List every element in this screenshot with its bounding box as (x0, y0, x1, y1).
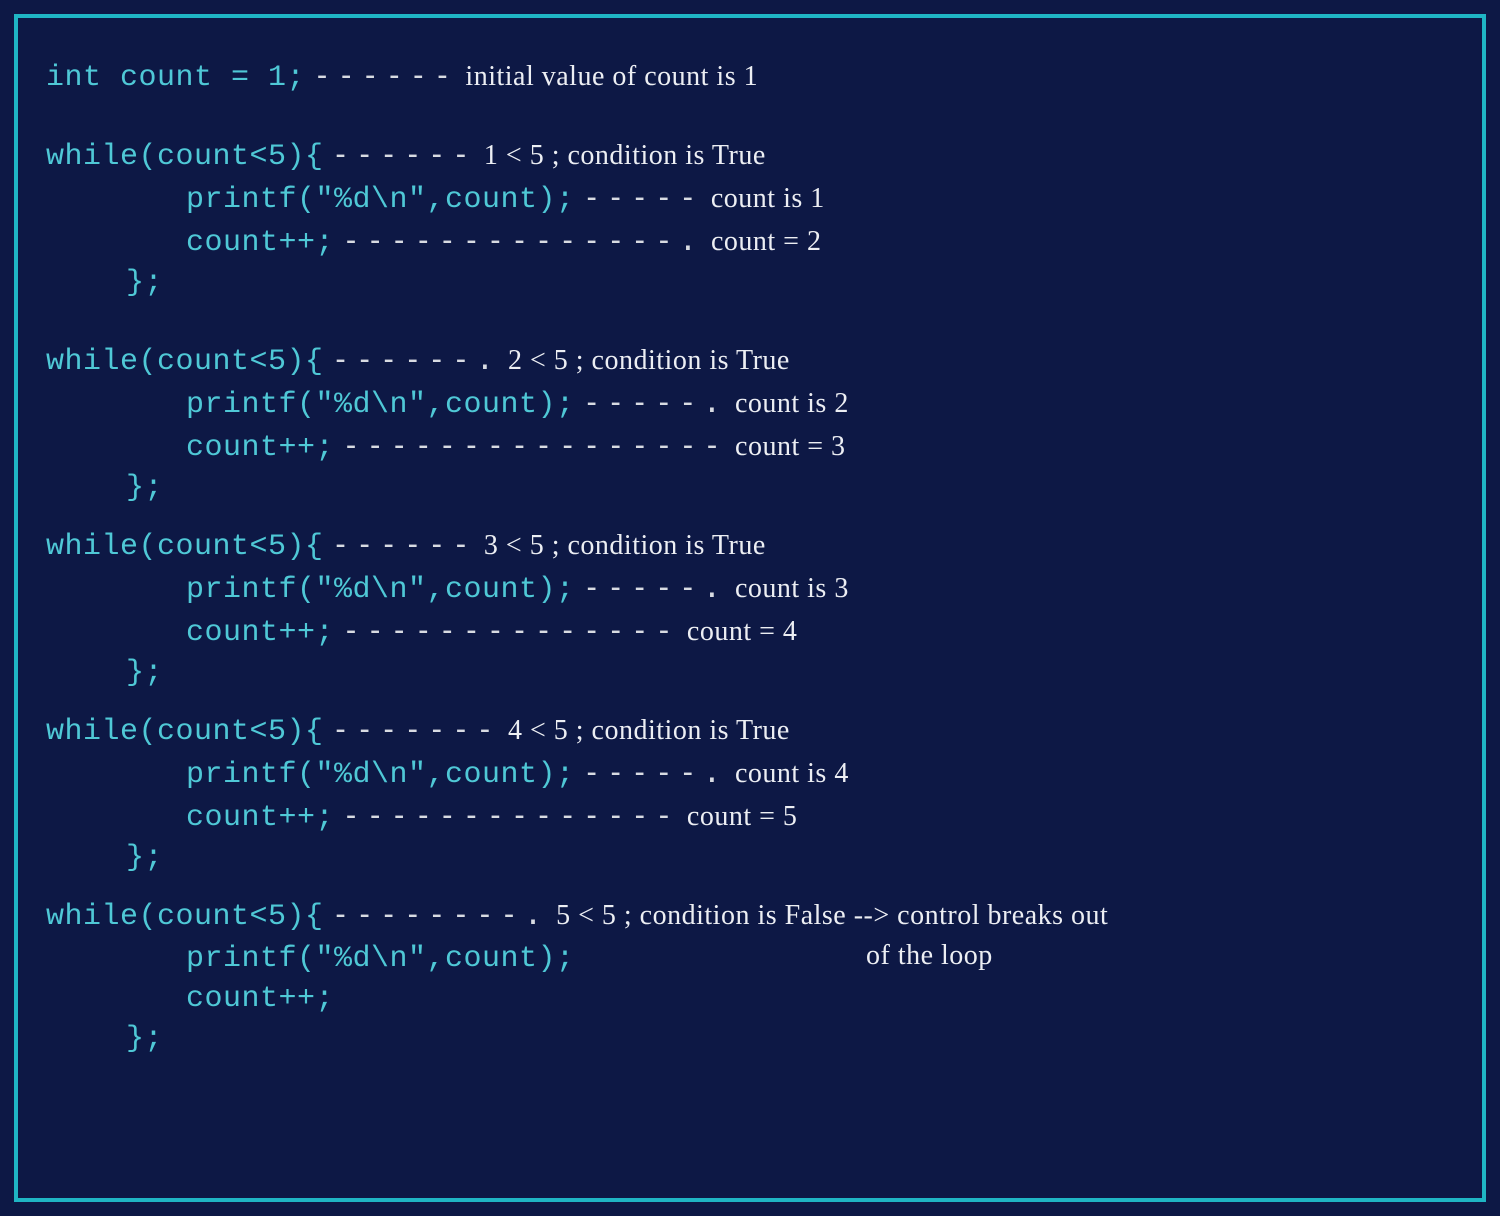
annot-init: initial value of count is 1 (465, 61, 758, 93)
code-printf: printf("%d\n",count); (186, 942, 575, 976)
dashes: ------. (324, 342, 508, 377)
code-inc: count++; (186, 801, 334, 835)
annot-while: 1 < 5 ; condition is True (484, 140, 766, 172)
while-line-3: while(count<5){ ------- 4 < 5 ; conditio… (46, 712, 1454, 749)
code-printf: printf("%d\n",count); (186, 183, 575, 217)
annot-inc: count = 3 (735, 431, 846, 463)
printf-line-2: printf("%d\n",count); -----. count is 3 (46, 570, 1454, 607)
annot-inc: count = 4 (687, 616, 798, 648)
annot-inc: count = 2 (711, 226, 822, 258)
inc-line-1: count++; ---------------- count = 3 (46, 428, 1454, 465)
close-line-3: }; (46, 841, 1454, 875)
annot-printf: count is 2 (735, 388, 849, 420)
inc-line-2: count++; -------------- count = 4 (46, 613, 1454, 650)
printf-line-0: printf("%d\n",count); ----- count is 1 (46, 180, 1454, 217)
dashes: ------ (324, 527, 484, 562)
code-close: }; (126, 266, 163, 300)
code-init: int count = 1; (46, 61, 305, 95)
dashes: ------ (305, 58, 465, 93)
code-while: while(count<5){ (46, 345, 324, 379)
init-line: int count = 1; ------ initial value of c… (46, 58, 1454, 95)
code-close: }; (126, 656, 163, 690)
dashes: ---------------- (334, 428, 735, 463)
printf-line-4: printf("%d\n",count); (46, 942, 1454, 976)
annot-printf: count is 1 (711, 183, 825, 215)
code-inc: count++; (186, 431, 334, 465)
annot-while: 5 < 5 ; condition is False --> control b… (556, 900, 1108, 932)
dashes: --------------. (334, 223, 711, 258)
dashes: -----. (575, 570, 735, 605)
annot-inc: count = 5 (687, 801, 798, 833)
code-inc: count++; (186, 982, 334, 1016)
dashes: -----. (575, 385, 735, 420)
while-line-2: while(count<5){ ------ 3 < 5 ; condition… (46, 527, 1454, 564)
code-close: }; (126, 471, 163, 505)
annot-printf: count is 4 (735, 758, 849, 790)
while-line-4: while(count<5){ --------. 5 < 5 ; condit… (46, 897, 1454, 934)
code-printf: printf("%d\n",count); (186, 758, 575, 792)
dashes: ----- (575, 180, 711, 215)
close-line-1: }; (46, 471, 1454, 505)
code-while: while(count<5){ (46, 530, 324, 564)
dashes: -------------- (334, 798, 687, 833)
close-line-4: }; (46, 1022, 1454, 1056)
annot-while: 2 < 5 ; condition is True (508, 345, 790, 377)
inc-line-4: count++; (46, 982, 1454, 1016)
dashes: ------ (324, 137, 484, 172)
annot-printf: count is 3 (735, 573, 849, 605)
while-line-0: while(count<5){ ------ 1 < 5 ; condition… (46, 137, 1454, 174)
printf-line-3: printf("%d\n",count); -----. count is 4 (46, 755, 1454, 792)
code-close: }; (126, 841, 163, 875)
annot-while: 3 < 5 ; condition is True (484, 530, 766, 562)
code-while: while(count<5){ (46, 140, 324, 174)
inc-line-3: count++; -------------- count = 5 (46, 798, 1454, 835)
code-while: while(count<5){ (46, 900, 324, 934)
annot-while: 4 < 5 ; condition is True (508, 715, 790, 747)
printf-line-1: printf("%d\n",count); -----. count is 2 (46, 385, 1454, 422)
dashes: ------- (324, 712, 508, 747)
dashes: -------------- (334, 613, 687, 648)
code-inc: count++; (186, 616, 334, 650)
code-while: while(count<5){ (46, 715, 324, 749)
dashes: -----. (575, 755, 735, 790)
code-inc: count++; (186, 226, 334, 260)
code-close: }; (126, 1022, 163, 1056)
while-line-1: while(count<5){ ------. 2 < 5 ; conditio… (46, 342, 1454, 379)
dashes: --------. (324, 897, 557, 932)
code-explanation-frame: int count = 1; ------ initial value of c… (14, 14, 1486, 1202)
close-line-0: }; (46, 266, 1454, 300)
code-printf: printf("%d\n",count); (186, 388, 575, 422)
inc-line-0: count++; --------------. count = 2 (46, 223, 1454, 260)
code-printf: printf("%d\n",count); (186, 573, 575, 607)
close-line-2: }; (46, 656, 1454, 690)
